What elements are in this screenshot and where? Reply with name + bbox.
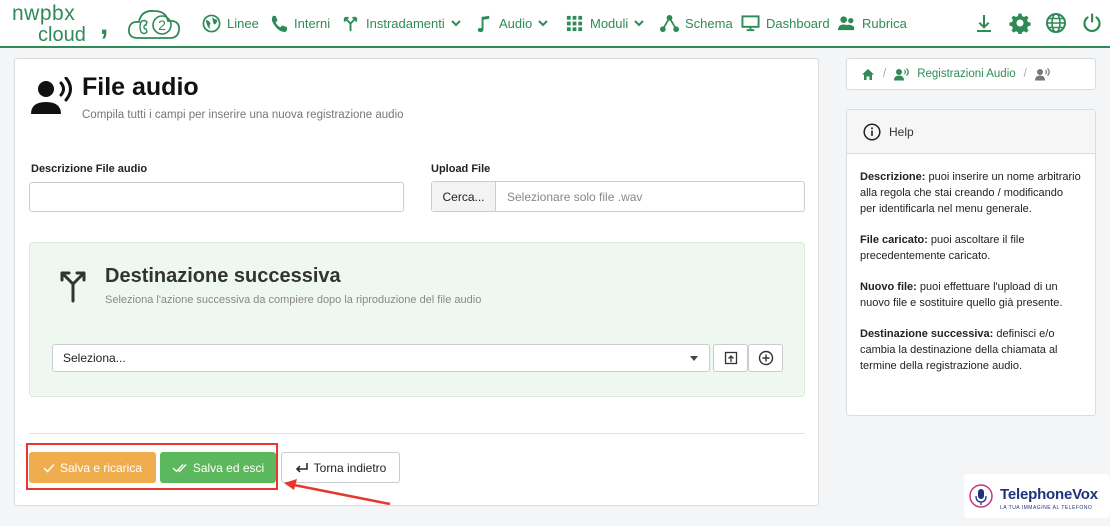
- breadcrumb-separator: /: [1023, 68, 1027, 80]
- destination-title: Destinazione successiva: [105, 265, 341, 287]
- watermark-text: TelephoneVox: [1000, 486, 1098, 503]
- add-destination-button[interactable]: [748, 344, 783, 372]
- nav-moduli[interactable]: Moduli: [565, 0, 645, 46]
- destination-select-value: Seleziona...: [63, 351, 126, 365]
- nav-label-moduli: Moduli: [590, 15, 629, 31]
- help-section: Nuovo file: puoi effettuare l'upload di …: [860, 281, 1063, 309]
- split-route-icon: [60, 271, 86, 303]
- nav-label-rubrica: Rubrica: [862, 15, 907, 31]
- plus-circle-icon: [758, 350, 773, 366]
- info-circle-icon: [863, 122, 881, 141]
- logout-button[interactable]: [1081, 12, 1103, 34]
- help-panel: Help Descrizione: puoi inserire un nome …: [846, 109, 1096, 416]
- page-title: File audio: [82, 73, 199, 101]
- form-card: File audio Compila tutti i campi per ins…: [14, 58, 819, 506]
- help-header: Help: [847, 110, 1095, 154]
- description-input[interactable]: [29, 182, 404, 212]
- top-navbar: nwpbx cloud , 2 Linee Interni Instradame…: [0, 0, 1110, 48]
- page-subtitle: Compila tutti i campi per inserire una n…: [82, 109, 404, 121]
- breadcrumb: / Registrazioni Audio /: [846, 58, 1096, 90]
- upload-file-field[interactable]: Cerca... Selezionare solo file .wav: [431, 181, 805, 212]
- contacts-icon: [837, 15, 855, 30]
- nav-label-linee: Linee: [227, 15, 259, 31]
- home-icon[interactable]: [861, 68, 875, 81]
- logo-line1: nwpbx: [12, 2, 76, 25]
- settings-button[interactable]: [1009, 12, 1031, 35]
- speaking-person-icon: [894, 67, 910, 80]
- globe-icon: [1046, 13, 1066, 33]
- chevron-down-icon: [451, 20, 461, 27]
- cloud-badge-icon: 2: [128, 10, 180, 39]
- brand-logo[interactable]: nwpbx cloud ,: [12, 2, 108, 46]
- grid-icon: [566, 15, 583, 31]
- speaking-person-icon: [31, 77, 72, 114]
- logo-line2: cloud: [38, 24, 86, 46]
- globe-icon: [202, 14, 221, 32]
- form-divider: [29, 433, 805, 434]
- nav-rubrica[interactable]: Rubrica: [837, 0, 907, 46]
- watermark-tagline: LA TUA IMMAGINE AL TELEFONO: [1000, 505, 1093, 511]
- language-button[interactable]: [1045, 12, 1067, 34]
- open-destination-button[interactable]: [713, 344, 748, 372]
- breadcrumb-item-registrazioni[interactable]: Registrazioni Audio: [917, 68, 1015, 80]
- microphone-logo-icon: [969, 484, 993, 508]
- badge-number: 2: [158, 17, 166, 33]
- annotation-arrow-icon: [284, 479, 391, 506]
- upload-label: Upload File: [431, 163, 491, 175]
- monitor-icon: [741, 14, 760, 31]
- route-icon: [343, 16, 358, 31]
- caret-down-icon: [690, 356, 698, 361]
- telephonevox-watermark: TelephoneVox LA TUA IMMAGINE AL TELEFONO: [964, 474, 1110, 518]
- download-icon: [977, 15, 991, 32]
- logo-quote-mark: ,: [100, 8, 109, 41]
- annotation-highlight-box: [26, 443, 278, 490]
- help-title: Help: [889, 124, 914, 139]
- help-section: Destinazione successiva: definisci e/o c…: [860, 328, 1058, 372]
- nav-label-dashboard: Dashboard: [766, 15, 830, 31]
- nav-label-schema: Schema: [685, 15, 733, 31]
- gear-icon: [1009, 13, 1031, 35]
- nav-dashboard[interactable]: Dashboard: [741, 0, 830, 46]
- return-arrow-icon: [295, 462, 308, 473]
- nav-interni[interactable]: Interni: [269, 0, 330, 46]
- help-body: Descrizione: puoi inserire un nome arbit…: [847, 154, 1095, 374]
- network-icon: [660, 14, 679, 32]
- download-button[interactable]: [973, 12, 995, 34]
- nav-linee[interactable]: Linee: [202, 0, 259, 46]
- phone-icon: [271, 15, 288, 32]
- destination-subtitle: Seleziona l'azione successiva da compier…: [105, 294, 482, 306]
- breadcrumb-separator: /: [883, 68, 887, 80]
- browse-button[interactable]: Cerca...: [432, 182, 496, 211]
- destination-panel: Destinazione successiva Seleziona l'azio…: [29, 242, 805, 397]
- help-section: File caricato: puoi ascoltare il file pr…: [860, 234, 1025, 262]
- external-box-icon: [724, 351, 737, 365]
- help-section: Descrizione: puoi inserire un nome arbit…: [860, 171, 1081, 215]
- chevron-down-icon: [538, 20, 548, 27]
- description-label: Descrizione File audio: [31, 163, 148, 175]
- music-note-icon: [477, 15, 490, 32]
- nav-label-interni: Interni: [294, 15, 331, 31]
- nav-label-instradamenti: Instradamenti: [366, 15, 445, 31]
- speaking-person-icon: [1034, 67, 1050, 80]
- nav-audio[interactable]: Audio: [474, 0, 548, 46]
- back-label: Torna indietro: [313, 460, 387, 475]
- chevron-down-icon: [634, 20, 645, 27]
- nav-label-audio: Audio: [499, 15, 533, 31]
- destination-select[interactable]: Seleziona...: [52, 344, 710, 372]
- nav-instradamenti[interactable]: Instradamenti: [341, 0, 461, 46]
- power-icon: [1083, 13, 1101, 33]
- nav-schema[interactable]: Schema: [660, 0, 733, 46]
- upload-placeholder[interactable]: Selezionare solo file .wav: [496, 182, 642, 211]
